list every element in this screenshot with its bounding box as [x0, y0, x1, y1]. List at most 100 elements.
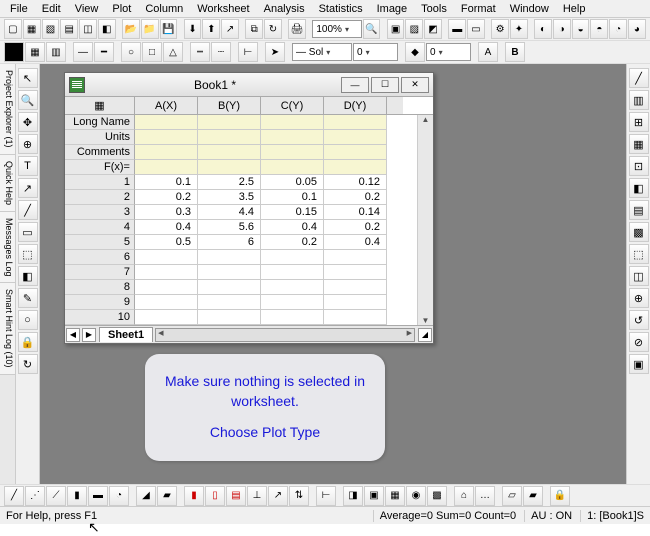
- open-template-button[interactable]: 📁: [141, 19, 159, 39]
- corner-cell[interactable]: ▦: [65, 97, 135, 114]
- line-thick-button[interactable]: ━: [94, 42, 114, 62]
- row-comments[interactable]: Comments: [65, 145, 135, 160]
- cell[interactable]: 0.2: [261, 235, 324, 250]
- cell[interactable]: [324, 145, 387, 160]
- row-9[interactable]: 9: [65, 295, 135, 310]
- rtool-5[interactable]: ⊡: [629, 156, 649, 176]
- row-units[interactable]: Units: [65, 130, 135, 145]
- tab-quick-help[interactable]: Quick Help: [0, 155, 15, 212]
- width-combo[interactable]: 0: [353, 43, 398, 61]
- symbol-tri-button[interactable]: △: [163, 42, 183, 62]
- cell[interactable]: 0.2: [324, 190, 387, 205]
- menu-statistics[interactable]: Statistics: [313, 2, 369, 16]
- menu-edit[interactable]: Edit: [36, 2, 67, 16]
- col-b[interactable]: B(Y): [198, 97, 261, 114]
- cell[interactable]: 0.4: [135, 220, 198, 235]
- plot-box-button[interactable]: ▯: [205, 486, 225, 506]
- menu-help[interactable]: Help: [557, 2, 592, 16]
- symbol-circle-button[interactable]: ○: [121, 42, 141, 62]
- circle-tool[interactable]: ○: [18, 310, 38, 330]
- tool-i-button[interactable]: ◓: [590, 19, 608, 39]
- menu-format[interactable]: Format: [455, 2, 502, 16]
- recalc-button[interactable]: ↻: [264, 19, 282, 39]
- menu-view[interactable]: View: [69, 2, 105, 16]
- line-dot-button[interactable]: ┈: [211, 42, 231, 62]
- marker-button[interactable]: ◆: [405, 42, 425, 62]
- tool-d-button[interactable]: ⚙: [491, 19, 509, 39]
- lock-tool[interactable]: 🔒: [18, 332, 38, 352]
- plot-line-button[interactable]: ╱: [4, 486, 24, 506]
- vertical-scrollbar[interactable]: [417, 115, 433, 325]
- lock-button[interactable]: 🔒: [550, 486, 570, 506]
- arrow-tool[interactable]: ↗: [18, 178, 38, 198]
- rotate-tool[interactable]: ↻: [18, 354, 38, 374]
- pan-tool[interactable]: ✥: [18, 112, 38, 132]
- tab-messages-log[interactable]: Messages Log: [0, 212, 15, 284]
- rtool-11[interactable]: ⊕: [629, 288, 649, 308]
- rtool-12[interactable]: ↺: [629, 310, 649, 330]
- region-tool[interactable]: ⬚: [18, 244, 38, 264]
- rtool-14[interactable]: ▣: [629, 354, 649, 374]
- cell[interactable]: [198, 160, 261, 175]
- col-d[interactable]: D(Y): [324, 97, 387, 114]
- cell[interactable]: [261, 310, 324, 325]
- horizontal-scrollbar[interactable]: [155, 328, 415, 342]
- tool-a-button[interactable]: ▣: [387, 19, 405, 39]
- rtool-2[interactable]: ▥: [629, 90, 649, 110]
- plot-pie-button[interactable]: ◔: [109, 486, 129, 506]
- row-8[interactable]: 8: [65, 280, 135, 295]
- cell[interactable]: [198, 130, 261, 145]
- text-tool[interactable]: T: [18, 156, 38, 176]
- draw-tool[interactable]: ✎: [18, 288, 38, 308]
- cell[interactable]: [324, 295, 387, 310]
- cell[interactable]: [135, 160, 198, 175]
- minimize-button[interactable]: —: [341, 77, 369, 93]
- new-workbook-button[interactable]: ▦: [23, 19, 41, 39]
- row-7[interactable]: 7: [65, 265, 135, 280]
- cell[interactable]: 0.1: [135, 175, 198, 190]
- cell[interactable]: 0.2: [324, 220, 387, 235]
- resize-grip[interactable]: ◢: [418, 328, 432, 342]
- rect-tool[interactable]: ▭: [18, 222, 38, 242]
- cell[interactable]: [198, 310, 261, 325]
- menu-file[interactable]: File: [4, 2, 34, 16]
- plot-column-button[interactable]: ▮: [67, 486, 87, 506]
- new-notes-button[interactable]: ◧: [98, 19, 116, 39]
- cell[interactable]: [135, 130, 198, 145]
- maximize-button[interactable]: ☐: [371, 77, 399, 93]
- plot-area-button[interactable]: ◢: [136, 486, 156, 506]
- cell[interactable]: [324, 310, 387, 325]
- cell[interactable]: [135, 250, 198, 265]
- row-5[interactable]: 5: [65, 235, 135, 250]
- cell[interactable]: [198, 280, 261, 295]
- row-3[interactable]: 3: [65, 205, 135, 220]
- new-layout-button[interactable]: ◫: [79, 19, 97, 39]
- export-button[interactable]: ↗: [221, 19, 239, 39]
- cell[interactable]: [324, 280, 387, 295]
- line-button[interactable]: —: [73, 42, 93, 62]
- rtool-6[interactable]: ◧: [629, 178, 649, 198]
- open-button[interactable]: 📂: [122, 19, 140, 39]
- size-combo[interactable]: 0: [426, 43, 471, 61]
- cell[interactable]: 0.2: [135, 190, 198, 205]
- tool-h-button[interactable]: ◒: [572, 19, 590, 39]
- plot-contour-button[interactable]: ◉: [406, 486, 426, 506]
- new-matrix-button[interactable]: ▤: [60, 19, 78, 39]
- plot-3d-button[interactable]: ◨: [343, 486, 363, 506]
- plot-hilo-button[interactable]: ⊥: [247, 486, 267, 506]
- fill-pattern-button[interactable]: ▦: [25, 42, 45, 62]
- row-10[interactable]: 10: [65, 310, 135, 325]
- plot-hist-button[interactable]: ▮: [184, 486, 204, 506]
- symbol-square-button[interactable]: □: [142, 42, 162, 62]
- cell[interactable]: [261, 130, 324, 145]
- row-4[interactable]: 4: [65, 220, 135, 235]
- menu-tools[interactable]: Tools: [415, 2, 453, 16]
- pointer-tool[interactable]: ↖: [18, 68, 38, 88]
- tool-j-button[interactable]: ◔: [609, 19, 627, 39]
- plot-vec-button[interactable]: ↗: [268, 486, 288, 506]
- plot-fill-button[interactable]: ▰: [157, 486, 177, 506]
- bold-button[interactable]: B: [505, 42, 525, 62]
- cell[interactable]: [324, 250, 387, 265]
- tool-g-button[interactable]: ◑: [553, 19, 571, 39]
- cell[interactable]: 0.1: [261, 190, 324, 205]
